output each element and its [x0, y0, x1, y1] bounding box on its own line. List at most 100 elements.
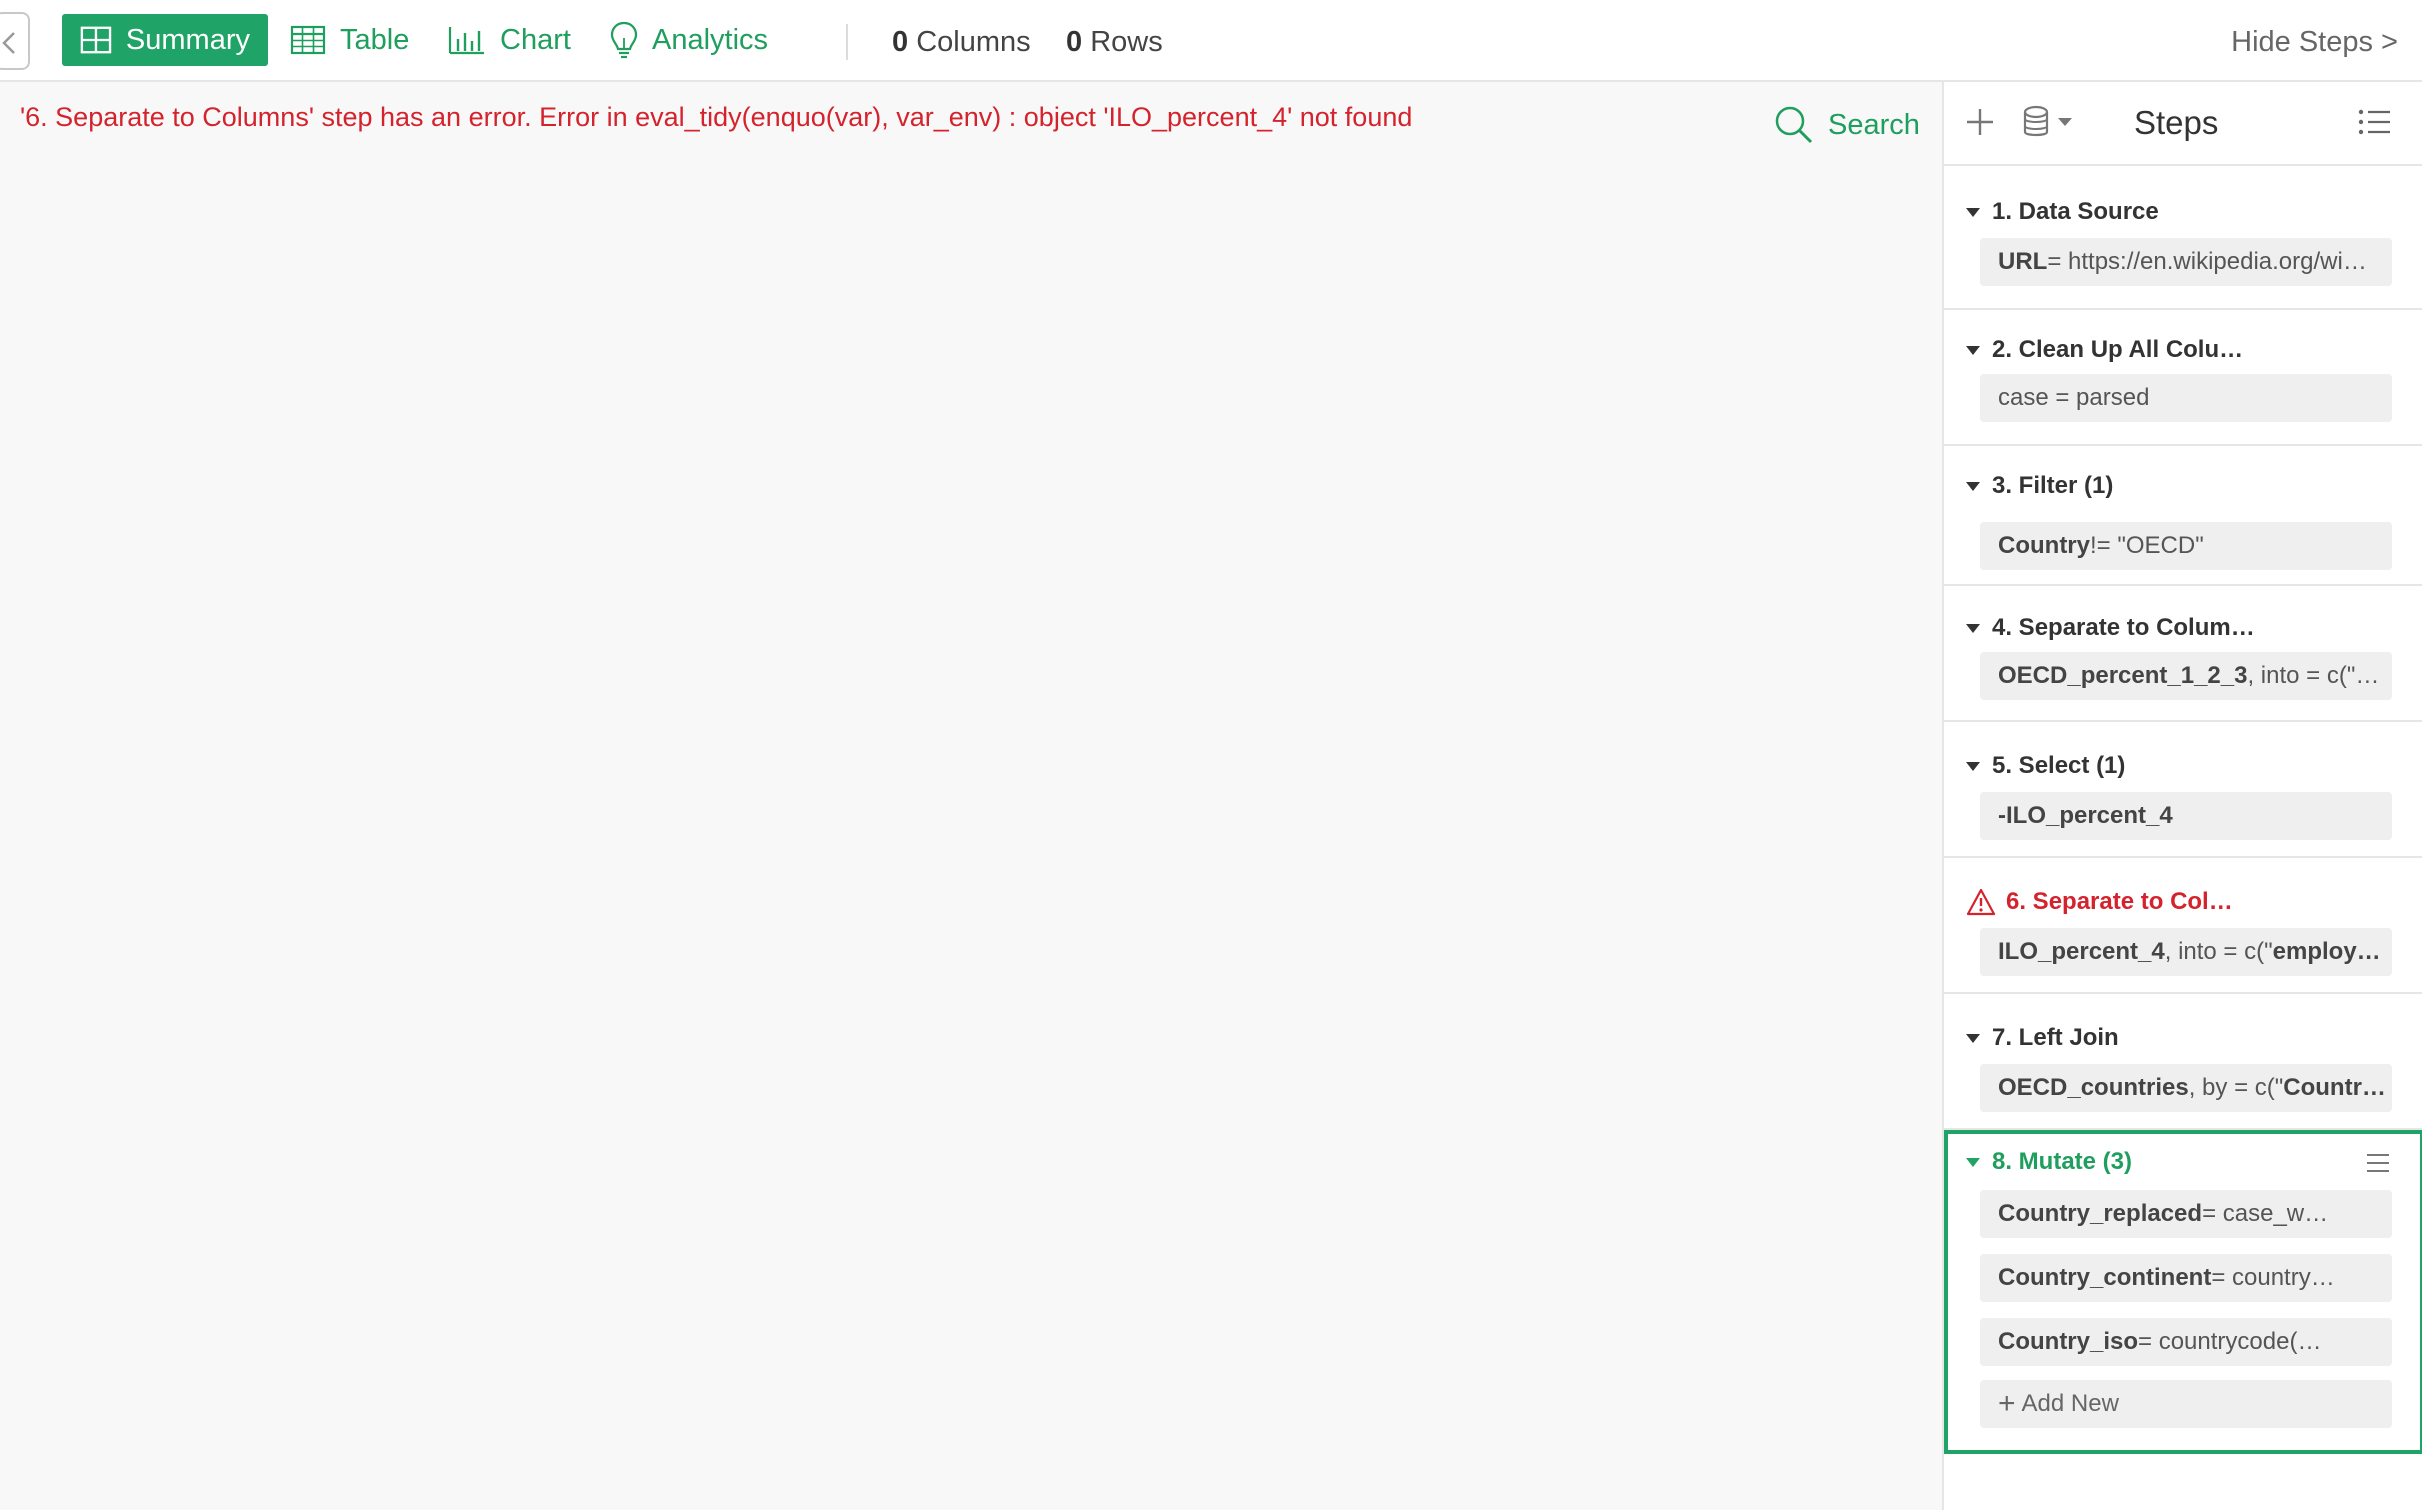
mutate-item-value: = case_w… — [2202, 1200, 2329, 1227]
mutate-item-key: Country_continent — [1998, 1264, 2212, 1291]
column-count-value: 0 — [892, 26, 909, 58]
caret-down-icon[interactable] — [1966, 1033, 1980, 1043]
mutate-item-key: Country_iso — [1998, 1328, 2139, 1355]
steps-title: Steps — [2134, 104, 2219, 141]
row-count-label: Rows — [1090, 26, 1163, 58]
caret-down-icon[interactable] — [1966, 1157, 1980, 1167]
step-detail-key: employ… — [2272, 938, 2381, 965]
step-title-text: 3. Filter (1) — [1992, 472, 2114, 499]
step-detail[interactable]: Country != "OECD" — [1980, 522, 2392, 570]
mutate-item-value: = country… — [2211, 1264, 2335, 1291]
tab-summary[interactable]: Summary — [62, 14, 268, 66]
step-detail[interactable]: case = parsed — [1980, 374, 2392, 422]
tab-summary-label: Summary — [125, 23, 250, 56]
step-select[interactable]: 5. Select (1) -ILO_percent_4 — [1944, 722, 2422, 858]
step-separate-columns[interactable]: 4. Separate to Colum… OECD_percent_1_2_3… — [1944, 586, 2422, 722]
step-detail-key: URL — [1998, 248, 2048, 275]
step-detail-key: Countr… — [2283, 1074, 2386, 1101]
step-title-text: 2. Clean Up All Colu… — [1992, 336, 2244, 363]
error-message: '6. Separate to Columns' step has an err… — [20, 102, 1413, 132]
step-detail-value: != "OECD" — [2090, 532, 2204, 559]
steps-panel: Steps 1. Data Source URL = https://en.wi… — [1942, 82, 2422, 1510]
caret-down-icon[interactable] — [1966, 761, 1980, 771]
add-new-button[interactable]: + Add New — [1980, 1380, 2392, 1428]
step-title: 8. Mutate (3) — [1966, 1148, 2132, 1176]
hide-steps-button[interactable]: Hide Steps > — [2231, 26, 2398, 59]
database-dropdown-icon[interactable] — [2022, 104, 2078, 142]
tab-table-label: Table — [340, 23, 410, 56]
step-separate-columns-error[interactable]: 6. Separate to Col… ILO_percent_4 , into… — [1944, 858, 2422, 994]
step-title: 1. Data Source — [1966, 198, 2159, 226]
mutate-item[interactable]: Country_continent = country… — [1980, 1254, 2392, 1302]
step-title-text: 6. Separate to Col… — [2006, 888, 2233, 915]
app-window: Summary Table Chart Analytics 0 Columns … — [0, 0, 2422, 1510]
table-icon — [290, 25, 326, 55]
step-detail-key: OECD_percent_1_2_3 — [1998, 662, 2248, 689]
step-mutate[interactable]: 8. Mutate (3) Country_replaced = case_w…… — [1944, 1130, 2422, 1454]
back-button[interactable] — [0, 12, 30, 70]
step-detail-value: case = parsed — [1998, 384, 2150, 411]
step-detail-value: , into = c(" — [2164, 938, 2273, 965]
caret-down-icon[interactable] — [1966, 623, 1980, 633]
step-detail-key: ILO_percent_4 — [1998, 938, 2165, 965]
tab-chart-label: Chart — [500, 23, 571, 56]
column-count: 0 Columns — [892, 26, 1031, 59]
lightbulb-icon — [610, 21, 638, 59]
step-title: 2. Clean Up All Colu… — [1966, 336, 2243, 364]
warning-icon — [1966, 888, 1996, 916]
tab-analytics-label: Analytics — [652, 23, 769, 56]
step-title-text: 8. Mutate (3) — [1992, 1148, 2133, 1175]
search-label: Search — [1828, 108, 1920, 141]
step-detail[interactable]: ILO_percent_4 , into = c(" employ… — [1980, 928, 2392, 976]
mutate-item[interactable]: Country_replaced = case_w… — [1980, 1190, 2392, 1238]
main-content: '6. Separate to Columns' step has an err… — [0, 82, 1942, 1510]
chevron-left-icon — [2, 32, 15, 54]
step-detail-value: , into = c("… — [2247, 662, 2380, 689]
step-title: 3. Filter (1) — [1966, 472, 2113, 500]
summary-grid-icon — [80, 26, 112, 54]
caret-down-icon[interactable] — [1966, 345, 1980, 355]
mutate-item[interactable]: Country_iso = countrycode(… — [1980, 1318, 2392, 1366]
steps-list-icon[interactable] — [2358, 108, 2392, 136]
add-step-icon[interactable] — [1964, 106, 1996, 138]
step-clean-up[interactable]: 2. Clean Up All Colu… case = parsed — [1944, 310, 2422, 446]
caret-down-icon[interactable] — [1966, 207, 1980, 217]
step-title-text: 7. Left Join — [1992, 1024, 2119, 1051]
step-title: 5. Select (1) — [1966, 752, 2125, 780]
step-detail-key: Country — [1998, 532, 2090, 559]
plus-icon: + — [1998, 1387, 2016, 1420]
steps-header: Steps — [1944, 82, 2422, 166]
mutate-item-key: Country_replaced — [1998, 1200, 2203, 1227]
search-icon — [1775, 106, 1813, 144]
step-title: 4. Separate to Colum… — [1966, 614, 2255, 642]
mutate-item-value: = countrycode(… — [2138, 1328, 2322, 1355]
column-count-label: Columns — [916, 26, 1031, 58]
step-data-source[interactable]: 1. Data Source URL = https://en.wikipedi… — [1944, 166, 2422, 310]
tab-analytics[interactable]: Analytics — [610, 14, 768, 66]
step-title-text: 1. Data Source — [1992, 198, 2159, 225]
bar-chart-icon — [448, 27, 484, 55]
step-title: 6. Separate to Col… — [1966, 888, 2233, 916]
tab-chart[interactable]: Chart — [448, 14, 571, 66]
toolbar-divider — [846, 24, 848, 60]
step-detail-value: , by = c(" — [2188, 1074, 2284, 1101]
step-title-text: 4. Separate to Colum… — [1992, 614, 2255, 641]
step-title-text: 5. Select (1) — [1992, 752, 2126, 779]
step-title: 7. Left Join — [1966, 1024, 2119, 1052]
step-detail-value: = https://en.wikipedia.org/wi… — [2047, 248, 2367, 275]
step-detail[interactable]: URL = https://en.wikipedia.org/wi… — [1980, 238, 2392, 286]
step-menu-icon[interactable] — [2366, 1152, 2390, 1174]
step-detail[interactable]: OECD_percent_1_2_3 , into = c("… — [1980, 652, 2392, 700]
search-button[interactable]: Search — [1774, 102, 1920, 148]
step-detail-key: OECD_countries — [1998, 1074, 2189, 1101]
step-detail[interactable]: OECD_countries , by = c(" Countr… — [1980, 1064, 2392, 1112]
caret-down-icon[interactable] — [1966, 481, 1980, 491]
row-count: 0 Rows — [1066, 26, 1163, 59]
row-count-value: 0 — [1066, 26, 1083, 58]
step-detail-key: -ILO_percent_4 — [1998, 802, 2173, 829]
step-left-join[interactable]: 7. Left Join OECD_countries , by = c(" C… — [1944, 994, 2422, 1130]
top-toolbar: Summary Table Chart Analytics 0 Columns … — [0, 0, 2422, 82]
step-filter[interactable]: 3. Filter (1) Country != "OECD" — [1944, 446, 2422, 586]
step-detail[interactable]: -ILO_percent_4 — [1980, 792, 2392, 840]
tab-table[interactable]: Table — [290, 14, 409, 66]
